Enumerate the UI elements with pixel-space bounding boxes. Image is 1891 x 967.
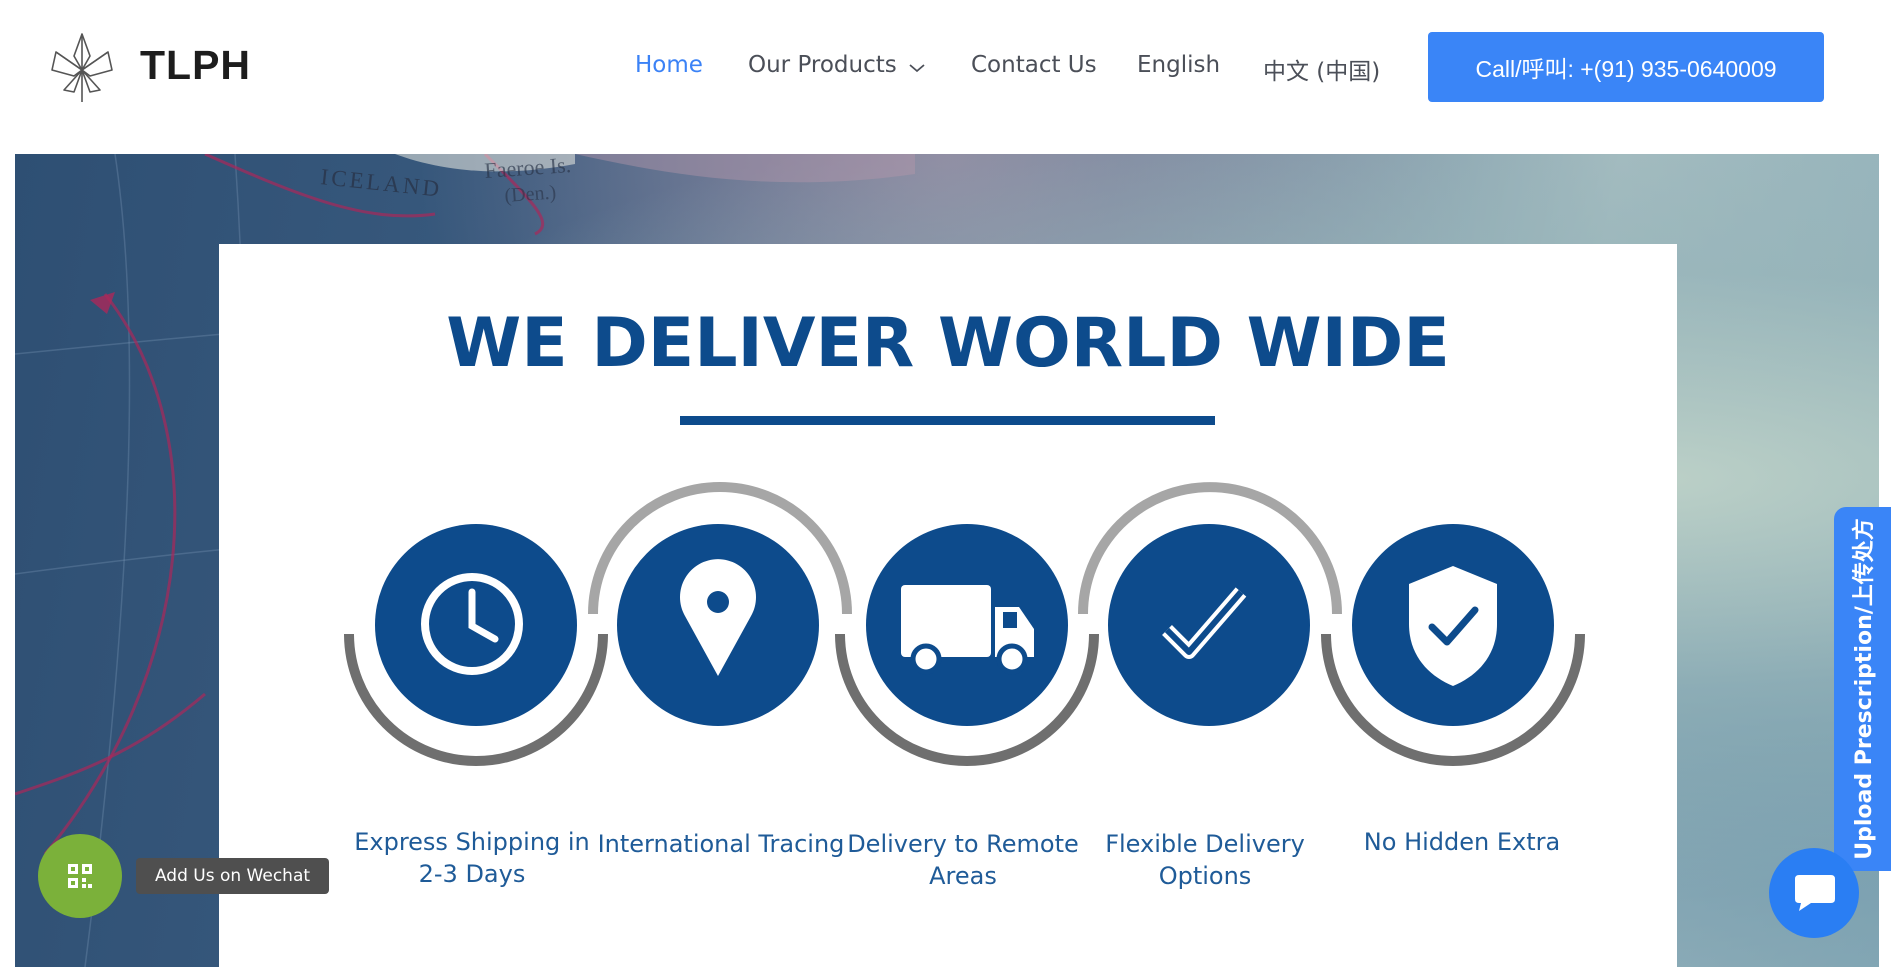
chat-bubble-icon [1795,875,1835,911]
feature-label-line: No Hidden Extra [1363,828,1561,856]
feature-circle-no-hidden [1352,524,1554,726]
feature-circle-remote [866,524,1068,726]
feature-circle-tracing [617,524,819,726]
feature-label-line: Options [1158,862,1252,890]
call-button[interactable]: Call/呼叫: +(91) 935-0640009 [1428,32,1824,102]
delivery-card: WE DELIVER WORLD WIDE Express Shipping i… [219,244,1677,967]
chevron-down-icon [909,53,925,79]
feature-circle-flexible [1108,524,1310,726]
feature-label-line: Delivery to Remote [847,830,1079,858]
upload-prescription-label: Upload Prescription/上传处方 [1852,518,1877,860]
feature-label-line: Flexible Delivery [1105,830,1305,858]
nav-chinese[interactable]: 中文 (中国) [1263,52,1380,86]
nav-contact-us[interactable]: Contact Us [971,52,1097,78]
feature-circle-express [375,524,577,726]
nav-english[interactable]: English [1137,52,1220,78]
leaf-logo-icon[interactable] [46,30,118,104]
nav-our-products-label: Our Products [748,52,897,78]
map-label-iceland: ICELAND [319,164,443,202]
qr-code-icon [68,864,92,888]
feature-label-line: 2-3 Days [418,860,526,888]
feature-label-remote: Delivery to Remote Areas [843,828,1083,892]
map-label-faeroe: Faeroe Is. [484,154,572,183]
wechat-tooltip: Add Us on Wechat [136,858,329,894]
feature-label-express: Express Shipping in 2-3 Days [352,826,592,890]
map-label-den: (Den.) [504,181,557,207]
upload-prescription-tab[interactable]: Upload Prescription/上传处方 [1834,507,1891,871]
feature-label-flexible: Flexible Delivery Options [1085,828,1325,892]
feature-label-line: Express Shipping in [354,828,590,856]
wechat-button[interactable] [38,834,122,918]
feature-label-line: International Tracing [597,830,845,858]
feature-label-no-hidden: No Hidden Extra [1342,826,1582,858]
site-header: TLPH Home Our Products Contact Us Englis… [0,0,1891,154]
feature-label-tracing: International Tracing [596,828,846,860]
nav-home[interactable]: Home [635,52,703,78]
feature-label-line: Areas [929,862,997,890]
chat-button[interactable] [1769,848,1859,938]
nav-our-products[interactable]: Our Products [748,52,925,79]
brand-name[interactable]: TLPH [140,42,251,89]
hero-banner: ICELAND Faeroe Is. (Den.) WE DELIVER WOR… [15,154,1879,967]
